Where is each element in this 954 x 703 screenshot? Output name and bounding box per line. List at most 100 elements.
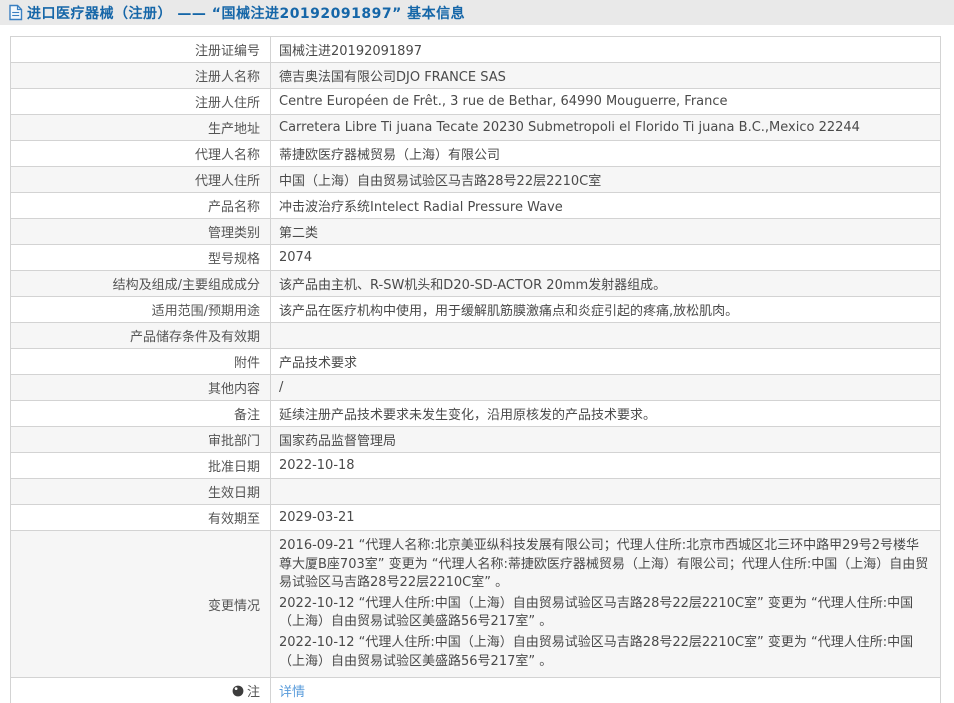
table-row: 结构及组成/主要组成成分 该产品由主机、R-SW机头和D20-SD-ACTOR 2… <box>11 271 941 297</box>
row-value: 中国（上海）自由贸易试验区马吉路28号22层2210C室 <box>271 167 941 193</box>
row-label: 适用范围/预期用途 <box>11 297 271 323</box>
table-row: 变更情况 2016-09-21 “代理人名称:北京美亚纵科技发展有限公司；代理人住… <box>11 531 941 678</box>
row-label-text: 代理人名称 <box>195 148 260 163</box>
row-value: 蒂捷欧医疗器械贸易（上海）有限公司 <box>271 141 941 167</box>
row-value: 德吉奥法国有限公司DJO FRANCE SAS <box>271 63 941 89</box>
row-label-text: 批准日期 <box>208 460 260 475</box>
row-value: 国家药品监督管理局 <box>271 427 941 453</box>
row-label: 注册人住所 <box>11 89 271 115</box>
row-value-text: 2074 <box>279 250 312 265</box>
row-value: 冲击波治疗系统Intelect Radial Pressure Wave <box>271 193 941 219</box>
row-value: 第二类 <box>271 219 941 245</box>
row-label-text: 代理人住所 <box>195 174 260 189</box>
row-label-text: 注册人住所 <box>195 96 260 111</box>
table-row: 管理类别第二类 <box>11 219 941 245</box>
table-row: 代理人住所中国（上海）自由贸易试验区马吉路28号22层2210C室 <box>11 167 941 193</box>
table-row: 附件产品技术要求 <box>11 349 941 375</box>
row-value: Carretera Libre Ti juana Tecate 20230 Su… <box>271 115 941 141</box>
row-value: / <box>271 375 941 401</box>
row-label: 产品储存条件及有效期 <box>11 323 271 349</box>
row-label: 注册人名称 <box>11 63 271 89</box>
table-row: 注册人住所 Centre Européen de Frêt., 3 rue de … <box>11 89 941 115</box>
row-label: 生产地址 <box>11 115 271 141</box>
table-row: 生效日期 <box>11 479 941 505</box>
row-label-text: 变更情况 <box>208 599 260 614</box>
row-value-text: Centre Européen de Frêt., 3 rue de Betha… <box>279 94 728 109</box>
row-value: 2029-03-21 <box>271 505 941 531</box>
table-wrap: 注册证编号国械注进20192091897 注册人名称 德吉奥法国有限公司DJO FR… <box>10 36 941 703</box>
row-value <box>271 479 941 505</box>
row-label-text: 生效日期 <box>208 486 260 501</box>
row-label-text: 结构及组成/主要组成成分 <box>113 278 260 293</box>
title-bar: 进口医疗器械（注册） —— “国械注进20192091897” 基本信息 <box>0 0 954 25</box>
table-row: 注册证编号国械注进20192091897 <box>11 37 941 63</box>
row-label: 备注 <box>11 401 271 427</box>
page-title: 进口医疗器械（注册） —— “国械注进20192091897” 基本信息 <box>27 3 465 23</box>
table-row: 适用范围/预期用途 该产品在医疗机构中使用，用于缓解肌筋膜激痛点和炎症引起的疼痛,… <box>11 297 941 323</box>
row-value-text: 德吉奥法国有限公司DJO FRANCE SAS <box>279 70 506 85</box>
row-value-text: 该产品在医疗机构中使用，用于缓解肌筋膜激痛点和炎症引起的疼痛,放松肌肉。 <box>279 304 738 319</box>
row-value-text: 2022-10-18 <box>279 458 355 473</box>
row-label: 型号规格 <box>11 245 271 271</box>
row-value <box>271 323 941 349</box>
table-row: 审批部门国家药品监督管理局 <box>11 427 941 453</box>
change-record: 2022-10-12 “代理人住所:中国（上海）自由贸易试验区马吉路28号22层… <box>279 633 930 672</box>
row-label: 批准日期 <box>11 453 271 479</box>
row-value-text: 国械注进20192091897 <box>279 44 422 59</box>
row-label: 结构及组成/主要组成成分 <box>11 271 271 297</box>
row-value: 2016-09-21 “代理人名称:北京美亚纵科技发展有限公司；代理人住所:北京… <box>271 531 941 678</box>
detail-link[interactable]: 详情 <box>279 685 305 700</box>
row-value: 延续注册产品技术要求未发生变化，沿用原核发的产品技术要求。 <box>271 401 941 427</box>
row-value-text: Carretera Libre Ti juana Tecate 20230 Su… <box>279 120 860 135</box>
row-label: 变更情况 <box>11 531 271 678</box>
info-table: 注册证编号国械注进20192091897 注册人名称 德吉奥法国有限公司DJO FR… <box>10 36 941 703</box>
row-value: 该产品由主机、R-SW机头和D20-SD-ACTOR 20mm发射器组成。 <box>271 271 941 297</box>
row-value-text: 2029-03-21 <box>279 510 355 525</box>
row-label: 代理人住所 <box>11 167 271 193</box>
row-label: 产品名称 <box>11 193 271 219</box>
row-value-text: 冲击波治疗系统Intelect Radial Pressure Wave <box>279 200 563 215</box>
row-label: 注册证编号 <box>11 37 271 63</box>
row-label-text: 注册人名称 <box>195 70 260 85</box>
row-label-text: 产品储存条件及有效期 <box>130 330 260 345</box>
table-row: 代理人名称 蒂捷欧医疗器械贸易（上海）有限公司 <box>11 141 941 167</box>
row-value: 2022-10-18 <box>271 453 941 479</box>
table-row: 注册人名称 德吉奥法国有限公司DJO FRANCE SAS <box>11 63 941 89</box>
note-dot-icon <box>232 685 244 701</box>
row-label: 代理人名称 <box>11 141 271 167</box>
row-label: 有效期至 <box>11 505 271 531</box>
row-label-text: 其他内容 <box>208 382 260 397</box>
row-value: Centre Européen de Frêt., 3 rue de Betha… <box>271 89 941 115</box>
row-value-text: 该产品由主机、R-SW机头和D20-SD-ACTOR 20mm发射器组成。 <box>279 278 666 293</box>
row-value: 国械注进20192091897 <box>271 37 941 63</box>
change-record: 2016-09-21 “代理人名称:北京美亚纵科技发展有限公司；代理人住所:北京… <box>279 536 930 594</box>
table-row: 产品储存条件及有效期 <box>11 323 941 349</box>
row-value-text: 国家药品监督管理局 <box>279 434 396 449</box>
table-row: 备注 延续注册产品技术要求未发生变化，沿用原核发的产品技术要求。 <box>11 401 941 427</box>
row-label-text: 附件 <box>234 356 260 371</box>
row-value-text: 蒂捷欧医疗器械贸易（上海）有限公司 <box>279 148 500 163</box>
row-value: 该产品在医疗机构中使用，用于缓解肌筋膜激痛点和炎症引起的疼痛,放松肌肉。 <box>271 297 941 323</box>
row-value: 2074 <box>271 245 941 271</box>
row-label-text: 有效期至 <box>208 512 260 527</box>
row-label: 管理类别 <box>11 219 271 245</box>
row-label-text: 注 <box>247 685 260 700</box>
row-label-text: 产品名称 <box>208 200 260 215</box>
document-icon <box>8 4 23 21</box>
row-label: 生效日期 <box>11 479 271 505</box>
row-label: 审批部门 <box>11 427 271 453</box>
table-row: 批准日期 2022-10-18 <box>11 453 941 479</box>
row-value-text: 第二类 <box>279 226 318 241</box>
table-row: 其他内容 / <box>11 375 941 401</box>
row-value: 详情 <box>271 678 941 703</box>
row-label-text: 生产地址 <box>208 122 260 137</box>
row-label-text: 适用范围/预期用途 <box>152 304 260 319</box>
row-label: 其他内容 <box>11 375 271 401</box>
row-label-text: 备注 <box>234 408 260 423</box>
table-row: 生产地址 Carretera Libre Ti juana Tecate 2023… <box>11 115 941 141</box>
table-row: 型号规格 2074 <box>11 245 941 271</box>
row-value: 产品技术要求 <box>271 349 941 375</box>
table-row: 产品名称 冲击波治疗系统Intelect Radial Pressure Wave <box>11 193 941 219</box>
row-value-text: 延续注册产品技术要求未发生变化，沿用原核发的产品技术要求。 <box>279 408 656 423</box>
row-value-text: / <box>279 380 283 395</box>
